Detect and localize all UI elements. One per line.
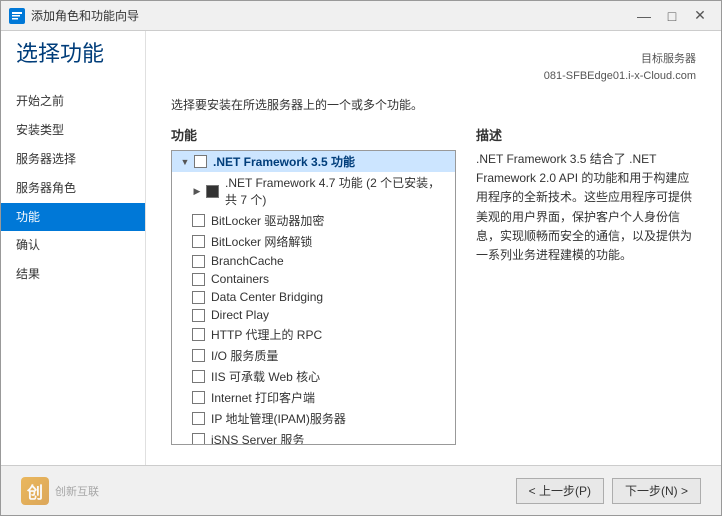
checkbox-containers[interactable]: [192, 273, 205, 286]
checkbox-bitlocker[interactable]: [192, 214, 205, 227]
footer-left: 创 创新互联: [21, 477, 99, 505]
content-area: 选择功能 开始之前安装类型服务器选择服务器角色功能确认结果 目标服务器 081-…: [1, 31, 721, 465]
checkbox-io-quality[interactable]: [192, 349, 205, 362]
sidebar-item-5[interactable]: 确认: [1, 231, 145, 260]
feature-label-branchcache: BranchCache: [211, 254, 284, 268]
target-server-info: 目标服务器 081-SFBEdge01.i-x-Cloud.com: [171, 51, 696, 84]
footer-buttons: < 上一步(P) 下一步(N) >: [516, 478, 701, 504]
checkbox-bitlocker-net[interactable]: [192, 235, 205, 248]
checkbox-dotnet47[interactable]: [206, 185, 219, 198]
feature-item-bitlocker[interactable]: BitLocker 驱动器加密: [172, 210, 455, 231]
checkbox-isns[interactable]: [192, 433, 205, 445]
feature-item-isns[interactable]: iSNS Server 服务: [172, 429, 455, 445]
next-button[interactable]: 下一步(N) >: [612, 478, 701, 504]
sidebar-item-6[interactable]: 结果: [1, 260, 145, 289]
feature-item-http-rpc[interactable]: HTTP 代理上的 RPC: [172, 324, 455, 345]
sidebar-item-0[interactable]: 开始之前: [1, 87, 145, 116]
checkbox-internet-print[interactable]: [192, 391, 205, 404]
watermark-text: 创新互联: [55, 483, 99, 499]
checkbox-dcb[interactable]: [192, 291, 205, 304]
wizard-icon: [9, 8, 25, 24]
description-column-title: 描述: [476, 125, 696, 144]
maximize-button[interactable]: □: [659, 6, 685, 26]
sidebar-nav: 开始之前安装类型服务器选择服务器角色功能确认结果: [1, 87, 145, 289]
feature-item-dotnet35[interactable]: ▼ .NET Framework 3.5 功能: [172, 151, 455, 172]
footer: 创 创新互联 < 上一步(P) 下一步(N) >: [1, 465, 721, 515]
checkbox-ipam[interactable]: [192, 412, 205, 425]
feature-item-internet-print[interactable]: Internet 打印客户端: [172, 387, 455, 408]
watermark-logo: 创: [21, 477, 49, 505]
feature-label-containers: Containers: [211, 272, 269, 286]
watermark: 创 创新互联: [21, 477, 99, 505]
feature-item-bitlocker-net[interactable]: BitLocker 网络解锁: [172, 231, 455, 252]
sidebar-item-2[interactable]: 服务器选择: [1, 145, 145, 174]
sidebar-item-4[interactable]: 功能: [1, 203, 145, 232]
checkbox-iis-hostable[interactable]: [192, 370, 205, 383]
expand-icon-dotnet35[interactable]: ▼: [178, 155, 192, 169]
feature-item-directplay[interactable]: Direct Play: [172, 306, 455, 324]
feature-label-directplay: Direct Play: [211, 308, 269, 322]
checkbox-branchcache[interactable]: [192, 255, 205, 268]
feature-item-io-quality[interactable]: I/O 服务质量: [172, 345, 455, 366]
checkbox-http-rpc[interactable]: [192, 328, 205, 341]
target-server-value: 081-SFBEdge01.i-x-Cloud.com: [544, 70, 696, 82]
checkbox-directplay[interactable]: [192, 309, 205, 322]
wizard-window: 添加角色和功能向导 — □ ✕ 选择功能 开始之前安装类型服务器选择服务器角色功…: [0, 0, 722, 516]
close-button[interactable]: ✕: [687, 6, 713, 26]
target-server-label: 目标服务器: [641, 53, 696, 65]
sidebar-item-3[interactable]: 服务器角色: [1, 174, 145, 203]
feature-label-iis-hostable: IIS 可承载 Web 核心: [211, 368, 320, 385]
checkbox-dotnet35[interactable]: [194, 155, 207, 168]
feature-label-isns: iSNS Server 服务: [211, 431, 304, 445]
feature-description: .NET Framework 3.5 结合了 .NET Framework 2.…: [476, 150, 696, 265]
sidebar: 选择功能 开始之前安装类型服务器选择服务器角色功能确认结果: [1, 31, 146, 465]
expand-icon-dotnet47[interactable]: ▶: [190, 184, 204, 198]
window-title: 添加角色和功能向导: [31, 7, 139, 24]
title-bar: 添加角色和功能向导 — □ ✕: [1, 1, 721, 31]
title-bar-left: 添加角色和功能向导: [9, 7, 139, 24]
title-bar-buttons: — □ ✕: [631, 6, 713, 26]
feature-label-internet-print: Internet 打印客户端: [211, 389, 315, 406]
feature-label-ipam: IP 地址管理(IPAM)服务器: [211, 410, 346, 427]
feature-label-io-quality: I/O 服务质量: [211, 347, 278, 364]
feature-label-http-rpc: HTTP 代理上的 RPC: [211, 326, 322, 343]
feature-label-dotnet35: .NET Framework 3.5 功能: [213, 153, 355, 170]
sidebar-title: 选择功能: [1, 41, 145, 87]
feature-item-iis-hostable[interactable]: IIS 可承载 Web 核心: [172, 366, 455, 387]
sidebar-item-1[interactable]: 安装类型: [1, 116, 145, 145]
feature-label-bitlocker-net: BitLocker 网络解锁: [211, 233, 312, 250]
page-description: 选择要安装在所选服务器上的一个或多个功能。: [171, 96, 696, 113]
feature-item-branchcache[interactable]: BranchCache: [172, 252, 455, 270]
columns-container: 功能 ▼ .NET Framework 3.5 功能 ▶ .NET Framework…: [171, 125, 696, 445]
main-content: 目标服务器 081-SFBEdge01.i-x-Cloud.com 选择要安装在…: [146, 31, 721, 465]
feature-column-title: 功能: [171, 125, 456, 144]
feature-item-containers[interactable]: Containers: [172, 270, 455, 288]
minimize-button[interactable]: —: [631, 6, 657, 26]
feature-label-bitlocker: BitLocker 驱动器加密: [211, 212, 324, 229]
feature-item-dotnet47[interactable]: ▶ .NET Framework 4.7 功能 (2 个已安装，共 7 个): [172, 172, 455, 210]
back-button[interactable]: < 上一步(P): [516, 478, 604, 504]
description-column: 描述 .NET Framework 3.5 结合了 .NET Framework…: [476, 125, 696, 445]
feature-label-dotnet47: .NET Framework 4.7 功能 (2 个已安装，共 7 个): [225, 174, 451, 208]
feature-column: 功能 ▼ .NET Framework 3.5 功能 ▶ .NET Framework…: [171, 125, 456, 445]
feature-item-ipam[interactable]: IP 地址管理(IPAM)服务器: [172, 408, 455, 429]
feature-list[interactable]: ▼ .NET Framework 3.5 功能 ▶ .NET Framework 4.…: [171, 150, 456, 445]
feature-item-dcb[interactable]: Data Center Bridging: [172, 288, 455, 306]
feature-label-dcb: Data Center Bridging: [211, 290, 323, 304]
